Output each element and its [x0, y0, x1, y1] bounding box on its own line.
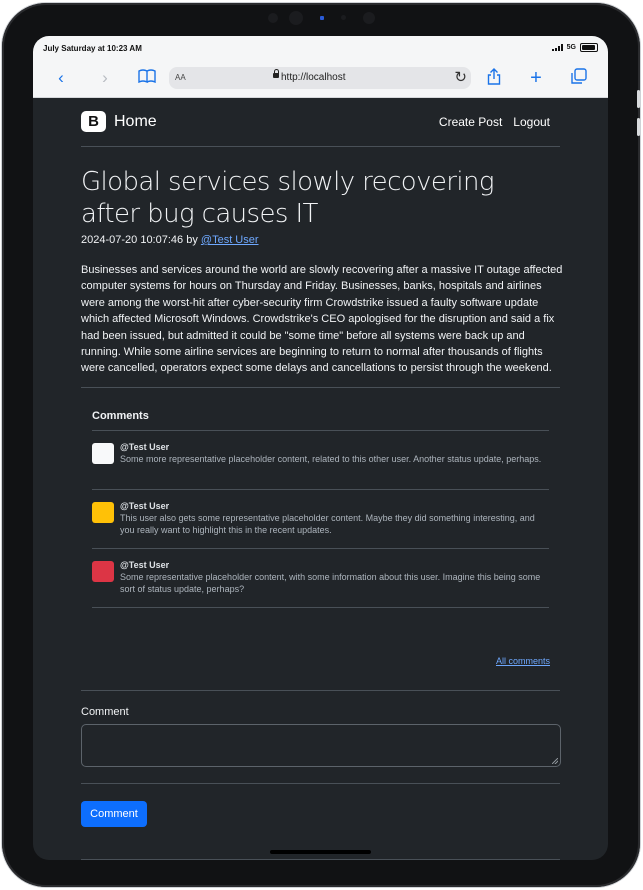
sensor-dot — [363, 12, 375, 24]
all-comments-link[interactable]: All comments — [496, 656, 550, 666]
share-icon[interactable] — [484, 68, 504, 88]
brand-home-link[interactable]: Home — [114, 113, 157, 131]
status-indicators: 5G — [551, 43, 598, 52]
forward-icon[interactable]: › — [95, 68, 115, 88]
comment-text: Some representative placeholder content,… — [120, 572, 541, 594]
sensor-dot — [268, 13, 278, 23]
nav-links: Create Post Logout — [439, 115, 550, 129]
web-page: B Home Create Post Logout Global service… — [33, 98, 608, 860]
post-date: 2024-07-20 10:07:46 — [81, 234, 184, 246]
comment-label: Comment — [81, 706, 129, 718]
status-time: July Saturday at 10:23 AM — [43, 44, 142, 53]
volume-button — [637, 118, 640, 136]
post-title: Global services slowly recovering after … — [81, 167, 494, 229]
divider — [81, 690, 560, 691]
comment-user: @Test User — [120, 560, 170, 570]
network-label: 5G — [566, 44, 576, 51]
avatar — [92, 561, 114, 582]
post-body: Businesses and services around the world… — [81, 264, 563, 375]
avatar — [92, 443, 114, 464]
author-link[interactable]: @Test User — [201, 234, 259, 246]
signal-icon — [551, 44, 563, 51]
tabs-icon-svg — [571, 68, 587, 84]
bootstrap-logo-icon[interactable]: B — [81, 111, 106, 132]
comment-submit-button[interactable]: Comment — [81, 801, 147, 827]
comments-heading: Comments — [92, 410, 549, 431]
comment-user: @Test User — [120, 501, 170, 511]
browser-toolbar: ‹ › AA http://localhost ↻ + — [33, 60, 608, 98]
divider — [81, 859, 560, 860]
share-icon-svg — [487, 68, 501, 85]
divider — [81, 783, 560, 784]
status-bar: July Saturday at 10:23 AM 5G — [33, 36, 608, 60]
new-tab-icon[interactable]: + — [526, 68, 546, 88]
screen: July Saturday at 10:23 AM 5G ‹ › AA http… — [33, 36, 608, 860]
book-icon-svg — [138, 69, 156, 84]
comment-item: @Test User Some representative placehold… — [92, 549, 549, 608]
lock-icon — [273, 69, 279, 78]
navbar: B Home Create Post Logout — [81, 98, 560, 147]
comment-text: This user also gets some representative … — [120, 513, 535, 535]
url-text[interactable]: http://localhost — [281, 72, 345, 83]
avatar — [92, 502, 114, 523]
post-by: by — [186, 234, 198, 246]
post-meta: 2024-07-20 10:07:46 by @Test User — [81, 234, 259, 246]
tabs-icon[interactable] — [569, 68, 589, 88]
camera-icon — [289, 11, 303, 25]
address-bar[interactable]: AA http://localhost ↻ — [169, 67, 471, 89]
logout-link[interactable]: Logout — [513, 115, 550, 129]
battery-icon — [580, 43, 598, 52]
back-icon[interactable]: ‹ — [51, 68, 71, 88]
comments-section: Comments @Test User Some more representa… — [92, 410, 549, 608]
camera-indicator — [320, 16, 324, 20]
comment-text: Some more representative placeholder con… — [120, 454, 542, 464]
sensor-dot — [341, 15, 346, 20]
home-indicator — [270, 850, 371, 854]
divider — [81, 387, 560, 388]
comment-textarea[interactable] — [81, 724, 561, 767]
comment-item: @Test User Some more representative plac… — [92, 431, 549, 490]
reload-icon[interactable]: ↻ — [454, 68, 467, 86]
comment-item: @Test User This user also gets some repr… — [92, 490, 549, 549]
bookmarks-icon[interactable] — [137, 68, 157, 88]
comment-user: @Test User — [120, 442, 170, 452]
volume-button — [637, 90, 640, 108]
reader-aa-button[interactable]: AA — [175, 73, 186, 82]
create-post-link[interactable]: Create Post — [439, 115, 502, 129]
